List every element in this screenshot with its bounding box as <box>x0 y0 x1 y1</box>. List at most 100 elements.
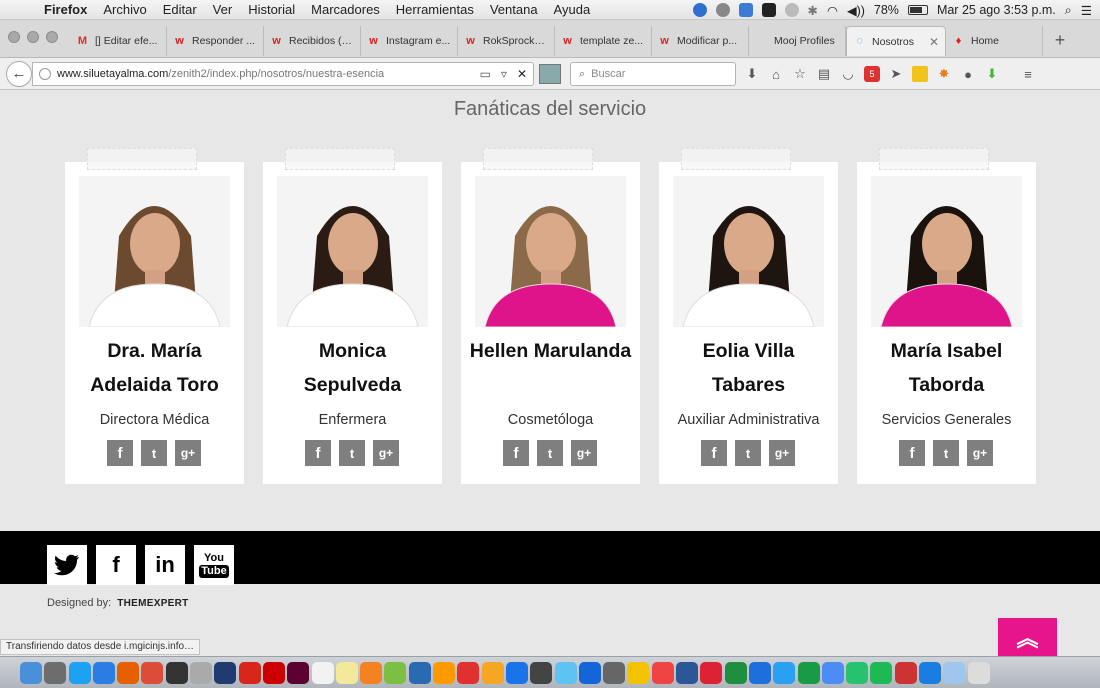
facebook-icon[interactable]: f <box>503 440 529 466</box>
back-button[interactable]: ← <box>6 61 32 87</box>
menu-ver[interactable]: Ver <box>205 2 241 17</box>
firebug-icon[interactable]: ✸ <box>936 66 952 82</box>
dock-app-icon[interactable] <box>44 661 67 684</box>
dock-app-icon[interactable] <box>530 661 553 684</box>
back-to-top-button[interactable]: ︽ <box>998 618 1057 656</box>
dock-app-icon[interactable] <box>433 661 456 684</box>
tab-7[interactable]: Mooj Profiles <box>749 26 846 56</box>
tab-1[interactable]: w Responder ... <box>167 26 264 56</box>
dock-app-icon[interactable] <box>918 661 941 684</box>
dock-app-icon[interactable] <box>967 661 990 684</box>
dock-app-icon[interactable] <box>360 661 383 684</box>
dock-app-icon[interactable] <box>287 661 310 684</box>
dropdown-arrow-icon[interactable]: ▿ <box>501 67 507 81</box>
downloader-icon[interactable]: ⬇ <box>984 66 1000 82</box>
facebook-icon[interactable]: f <box>107 440 133 466</box>
footer-youtube-icon[interactable]: You Tube <box>194 545 234 585</box>
twitter-icon[interactable]: t <box>141 440 167 466</box>
dock-app-icon[interactable] <box>676 661 699 684</box>
dock-app-icon[interactable] <box>651 661 674 684</box>
menu-ayuda[interactable]: Ayuda <box>546 2 599 17</box>
chat-icon[interactable]: ● <box>960 66 976 82</box>
facebook-icon[interactable]: f <box>899 440 925 466</box>
extension-icon[interactable] <box>692 3 707 17</box>
themexpert-logo[interactable]: THEMEXPERT <box>117 598 188 609</box>
close-window-button[interactable] <box>8 31 20 43</box>
tab-0[interactable]: M [] Editar efe... <box>70 26 167 56</box>
facebook-icon[interactable]: f <box>305 440 331 466</box>
dock-app-icon[interactable] <box>894 661 917 684</box>
menu-app-firefox[interactable]: Firefox <box>36 2 95 17</box>
twitter-icon[interactable]: t <box>339 440 365 466</box>
twitter-icon[interactable]: t <box>933 440 959 466</box>
menu-historial[interactable]: Historial <box>240 2 303 17</box>
sticky-icon[interactable] <box>912 66 928 82</box>
dock-app-icon[interactable] <box>578 661 601 684</box>
dock-app-icon[interactable] <box>457 661 480 684</box>
dock-app-icon[interactable] <box>68 661 91 684</box>
notification-center-icon[interactable]: ☰ <box>1081 3 1092 18</box>
dock-app-icon[interactable] <box>554 661 577 684</box>
time-machine-icon[interactable] <box>784 3 799 17</box>
dock-app-icon[interactable] <box>117 661 140 684</box>
dock-app-icon[interactable] <box>505 661 528 684</box>
dock-app-icon[interactable] <box>846 661 869 684</box>
google-plus-icon[interactable]: g+ <box>571 440 597 466</box>
adobe-icon[interactable] <box>761 3 776 17</box>
dock-app-icon[interactable] <box>384 661 407 684</box>
bookmarks-menu-icon[interactable]: ▤ <box>816 66 832 82</box>
dock-app-icon[interactable] <box>870 661 893 684</box>
menu-icon[interactable]: ≡ <box>1020 66 1036 82</box>
minimize-window-button[interactable] <box>27 31 39 43</box>
dock-app-icon[interactable] <box>481 661 504 684</box>
footer-twitter-icon[interactable] <box>47 545 87 585</box>
extension-badge-icon[interactable]: 5 <box>864 66 880 82</box>
menu-marcadores[interactable]: Marcadores <box>303 2 388 17</box>
bookmark-star-icon[interactable]: ☆ <box>792 66 808 82</box>
creative-cloud-icon[interactable] <box>715 3 730 17</box>
zoom-window-button[interactable] <box>46 31 58 43</box>
tab-5[interactable]: w template ze... <box>555 26 652 56</box>
menu-herramientas[interactable]: Herramientas <box>388 2 482 17</box>
google-plus-icon[interactable]: g+ <box>373 440 399 466</box>
send-icon[interactable]: ➤ <box>888 66 904 82</box>
reader-view-icon[interactable]: ▭ <box>480 67 491 81</box>
google-plus-icon[interactable]: g+ <box>769 440 795 466</box>
dock-app-icon[interactable] <box>20 661 42 684</box>
stop-icon[interactable]: ✕ <box>517 67 527 81</box>
twitter-icon[interactable]: t <box>537 440 563 466</box>
spotlight-icon[interactable]: ⌕ <box>1065 3 1072 18</box>
footer-linkedin-icon[interactable]: in <box>145 545 185 585</box>
tab-2[interactable]: w Recibidos (1... <box>264 26 361 56</box>
google-plus-icon[interactable]: g+ <box>175 440 201 466</box>
dock-app-icon[interactable] <box>262 661 285 684</box>
dock-app-icon[interactable] <box>603 661 626 684</box>
dock-app-icon[interactable] <box>311 661 334 684</box>
footer-facebook-icon[interactable]: f <box>96 545 136 585</box>
twitter-icon[interactable]: t <box>735 440 761 466</box>
dock-app-icon[interactable] <box>821 661 844 684</box>
tab-4[interactable]: w RokSprocke... <box>458 26 555 56</box>
tab-9[interactable]: ♦ Home <box>946 26 1043 56</box>
dock-app-icon[interactable] <box>748 661 771 684</box>
dock-app-icon[interactable] <box>943 661 966 684</box>
dock-app-icon[interactable] <box>92 661 115 684</box>
dock-app-icon[interactable] <box>700 661 723 684</box>
tab-6[interactable]: w Modificar p... <box>652 26 749 56</box>
search-bar[interactable]: ⌕ Buscar <box>570 62 736 86</box>
dock-app-icon[interactable] <box>214 661 237 684</box>
tab-8[interactable]: ◌ Nosotros ✕ <box>846 26 946 56</box>
dock-app-icon[interactable] <box>165 661 188 684</box>
google-plus-icon[interactable]: g+ <box>967 440 993 466</box>
battery-icon[interactable] <box>907 5 928 15</box>
dock-app-icon[interactable] <box>190 661 213 684</box>
tab-close-icon[interactable]: ✕ <box>929 35 939 49</box>
facebook-icon[interactable]: f <box>701 440 727 466</box>
dock-app-icon[interactable] <box>408 661 431 684</box>
dock-app-icon[interactable] <box>335 661 358 684</box>
download-icon[interactable]: ⬇ <box>744 66 760 82</box>
wifi-icon[interactable]: ◠ <box>827 3 838 18</box>
page-thumbnail-icon[interactable] <box>539 64 561 84</box>
menu-archivo[interactable]: Archivo <box>95 2 154 17</box>
menu-editar[interactable]: Editar <box>155 2 205 17</box>
